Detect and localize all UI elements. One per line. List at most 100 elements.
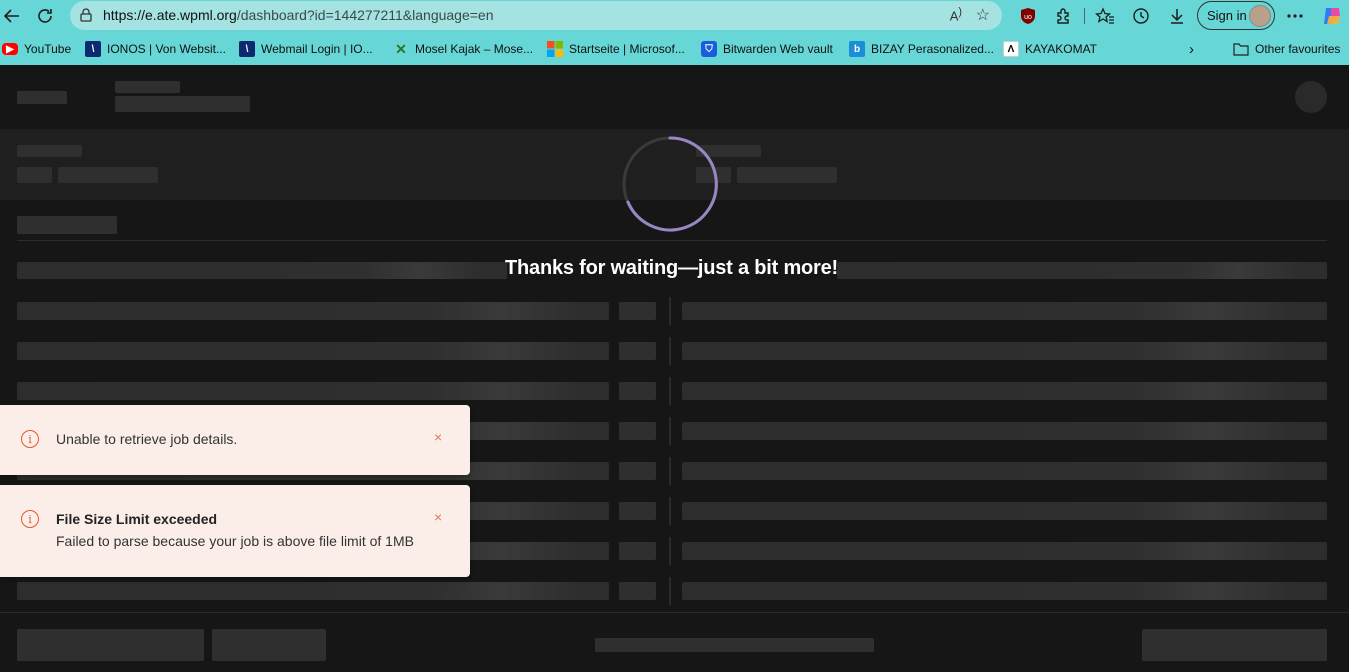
- skeleton-row-cell: [682, 302, 1327, 320]
- skeleton-row-cell: [619, 502, 656, 520]
- footer-divider: [0, 612, 1349, 613]
- close-icon[interactable]: ×: [434, 429, 442, 445]
- address-bar[interactable]: https://e.ate.wpml.org/dashboard?id=1442…: [70, 1, 1002, 30]
- skeleton-section-title: [17, 216, 117, 234]
- error-toast: i Unable to retrieve job details. ×: [0, 405, 470, 475]
- read-aloud-icon[interactable]: A): [950, 6, 962, 23]
- url-text: https://e.ate.wpml.org/dashboard?id=1442…: [103, 7, 494, 23]
- bookmark-label: YouTube: [24, 42, 72, 56]
- skeleton-label: [17, 145, 82, 157]
- favorites-icon[interactable]: [1093, 4, 1117, 28]
- other-favourites-label: Other favourites: [1255, 42, 1341, 56]
- skeleton-row-cell: [17, 302, 609, 320]
- skeleton-row-cell: [619, 302, 656, 320]
- skeleton-logo: [17, 91, 67, 104]
- copilot-icon[interactable]: [1320, 4, 1344, 28]
- skeleton-row-cell: [682, 542, 1327, 560]
- avatar: [1249, 5, 1271, 27]
- toast-message: Failed to parse because your job is abov…: [56, 533, 414, 549]
- bookmark-label: Mosel Kajak – Mose...: [415, 42, 534, 56]
- error-toast: i File Size Limit exceeded Failed to par…: [0, 485, 470, 577]
- skeleton-row-cell: [619, 382, 656, 400]
- error-info-icon: i: [21, 430, 39, 448]
- skeleton-row-cell: [682, 582, 1327, 600]
- toast-message: Unable to retrieve job details.: [56, 431, 238, 447]
- bookmark-youtube[interactable]: ▶ YouTube: [2, 40, 71, 58]
- bookmark-webmail[interactable]: \ Webmail Login | IO...: [239, 40, 373, 58]
- skeleton-row-cell: [682, 382, 1327, 400]
- sign-in-label: Sign in: [1207, 8, 1247, 23]
- url-path: /dashboard?id=144277211&language=en: [236, 7, 494, 23]
- skeleton-row-cell: [682, 422, 1327, 440]
- sign-in-button[interactable]: Sign in: [1197, 1, 1275, 30]
- bookmark-label: KAYAKOMAT: [1025, 42, 1098, 56]
- skeleton-row-cell: [682, 502, 1327, 520]
- skeleton-footer-button: [17, 629, 204, 661]
- skeleton-row-cell: [682, 462, 1327, 480]
- ionos-icon: \: [85, 41, 101, 57]
- skeleton-value: [58, 167, 158, 183]
- bookmarks-bar: ▶ YouTube \ IONOS | Von Websit... \ Webm…: [0, 32, 1349, 65]
- bookmark-mosel-kajak[interactable]: ✕ Mosel Kajak – Mose...: [393, 40, 533, 58]
- bookmark-label: Bitwarden Web vault: [723, 42, 833, 56]
- skeleton-row-cell: [619, 582, 656, 600]
- divider: [17, 240, 1327, 241]
- bookmark-label: Startseite | Microsof...: [569, 42, 685, 56]
- skeleton-value: [737, 167, 837, 183]
- toolbar-separator: [1084, 8, 1085, 24]
- skeleton-avatar: [1295, 81, 1327, 113]
- bitwarden-icon: ⛉: [701, 41, 717, 57]
- skeleton-row-cell: [619, 462, 656, 480]
- ublock-icon[interactable]: uo: [1016, 4, 1040, 28]
- ionos-icon: \: [239, 41, 255, 57]
- toast-title: File Size Limit exceeded: [56, 511, 218, 527]
- close-icon[interactable]: ×: [434, 509, 442, 525]
- skeleton-row-cell: [17, 382, 609, 400]
- skeleton-row-cell: [17, 342, 609, 360]
- favorite-star-icon[interactable]: ☆: [976, 5, 990, 25]
- column-divider: [669, 497, 671, 525]
- column-divider: [669, 337, 671, 365]
- url-host: https://e.ate.wpml.org: [103, 7, 237, 23]
- extensions-icon[interactable]: [1052, 4, 1076, 28]
- bookmark-label: IONOS | Von Websit...: [107, 42, 226, 56]
- bookmark-kayakomat[interactable]: Λ KAYAKOMAT: [1003, 40, 1097, 58]
- bookmark-microsoft[interactable]: Startseite | Microsof...: [547, 40, 685, 58]
- column-divider: [669, 377, 671, 405]
- bizay-icon: b: [849, 41, 865, 57]
- svg-text:uo: uo: [1024, 14, 1032, 21]
- bookmark-label: BIZAY Perasonalized...: [871, 42, 994, 56]
- bookmark-ionos[interactable]: \ IONOS | Von Websit...: [85, 40, 226, 58]
- youtube-icon: ▶: [2, 43, 18, 55]
- bookmark-label: Webmail Login | IO...: [261, 42, 373, 56]
- skeleton-row-cell: [619, 422, 656, 440]
- skeleton-header-text: [115, 81, 180, 93]
- skeleton-header-text: [115, 96, 250, 112]
- column-divider: [669, 457, 671, 485]
- reload-icon[interactable]: [33, 4, 57, 28]
- skeleton-row-cell: [682, 342, 1327, 360]
- back-arrow-icon[interactable]: [0, 4, 24, 28]
- other-favourites[interactable]: Other favourites: [1233, 40, 1340, 58]
- folder-icon: [1233, 41, 1249, 57]
- history-icon[interactable]: [1129, 4, 1153, 28]
- column-divider: [669, 297, 671, 325]
- more-menu-icon[interactable]: [1283, 4, 1307, 28]
- skeleton-row-cell: [17, 582, 609, 600]
- kayakomat-icon: Λ: [1003, 41, 1019, 57]
- bookmark-bitwarden[interactable]: ⛉ Bitwarden Web vault: [701, 40, 833, 58]
- chevron-right-icon[interactable]: ›: [1189, 40, 1194, 58]
- app-loading-skeleton: Thanks for waiting—just a bit more!: [0, 65, 1349, 672]
- skeleton-footer-button: [1142, 629, 1327, 661]
- bookmark-bizay[interactable]: b BIZAY Perasonalized...: [849, 40, 994, 58]
- downloads-icon[interactable]: [1165, 4, 1189, 28]
- skeleton-footer-text: [595, 638, 874, 652]
- column-divider: [669, 417, 671, 445]
- column-divider: [669, 577, 671, 605]
- microsoft-icon: [547, 41, 563, 57]
- skeleton-row-cell: [619, 542, 656, 560]
- column-divider: [669, 537, 671, 565]
- loading-spinner-icon: [622, 136, 718, 232]
- loading-message: Thanks for waiting—just a bit more!: [504, 257, 839, 279]
- skeleton-row-cell: [619, 342, 656, 360]
